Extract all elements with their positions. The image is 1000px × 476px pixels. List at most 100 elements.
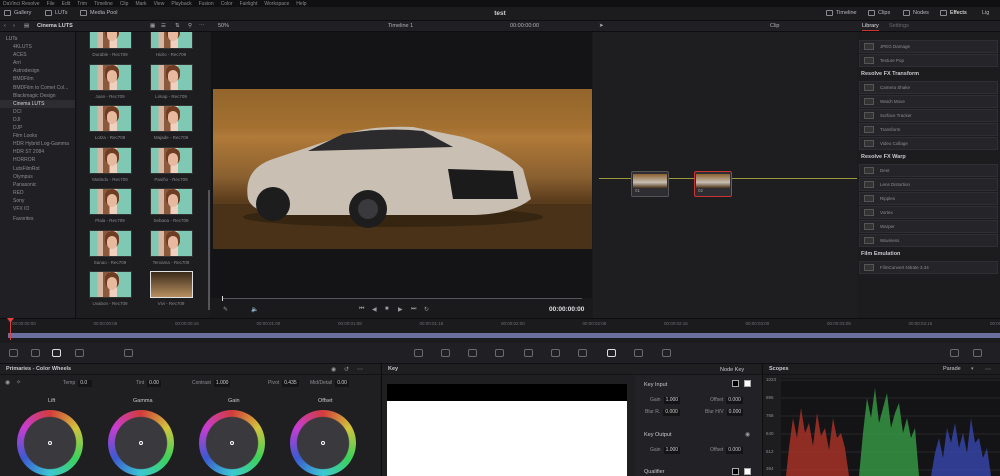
lut-thumbnail[interactable]: Juan - Rec709 bbox=[87, 63, 133, 104]
menu-item-9[interactable]: Fusion bbox=[199, 1, 214, 7]
lut-folder-item[interactable]: DJP bbox=[0, 124, 75, 132]
lut-folder-item[interactable]: HDR Hybrid Log-Gamma bbox=[0, 140, 75, 148]
effect-item[interactable]: Waviness bbox=[859, 234, 998, 247]
effect-item[interactable]: Texture Pop bbox=[859, 54, 998, 67]
curves-icon[interactable] bbox=[414, 349, 423, 357]
tracker-icon[interactable] bbox=[524, 349, 533, 357]
effect-section-title[interactable]: Resolve FX Warp bbox=[857, 151, 1000, 163]
pivot-value[interactable]: 0.435 bbox=[282, 380, 299, 387]
key-offset-field[interactable]: Offset 0.000 bbox=[710, 397, 743, 404]
qualifier-icon[interactable] bbox=[468, 349, 477, 357]
menu-item-1[interactable]: File bbox=[47, 1, 55, 7]
timeline-clip-strip[interactable] bbox=[8, 333, 1000, 338]
middetail-value[interactable]: 0.00 bbox=[335, 380, 350, 387]
effect-item[interactable]: Camera Shake bbox=[859, 81, 998, 94]
clip-mode-selector[interactable]: Clip bbox=[770, 23, 779, 29]
lut-thumbnail[interactable]: Vivi - Rec709 bbox=[148, 271, 194, 311]
blur-icon[interactable] bbox=[578, 349, 587, 357]
menu-item-12[interactable]: Workspace bbox=[264, 1, 289, 7]
options-icon[interactable]: ⋯ bbox=[357, 366, 363, 373]
lut-folder-item[interactable]: HDR ST 2084 bbox=[0, 148, 75, 156]
lift-wheel[interactable] bbox=[17, 410, 83, 476]
lut-folder-item[interactable]: Arri bbox=[0, 59, 75, 67]
primaries-mode-icon[interactable]: ◉ bbox=[331, 366, 336, 373]
viewer-tool-icons[interactable] bbox=[232, 34, 248, 40]
lut-folder-item[interactable]: Astrodesign bbox=[0, 67, 75, 75]
forward-icon[interactable]: › bbox=[13, 23, 15, 29]
window-icon[interactable] bbox=[495, 349, 504, 357]
temp-field[interactable]: Temp 0.0 bbox=[63, 380, 93, 387]
menu-item-4[interactable]: Timeline bbox=[94, 1, 113, 7]
lut-folder-item[interactable]: Cinema LUTS bbox=[0, 99, 75, 108]
sidebar-toggle-icon[interactable]: ▤ bbox=[24, 23, 29, 29]
pivot-field[interactable]: Pivot 0.435 bbox=[268, 380, 299, 387]
nodes-button[interactable]: Nodes bbox=[903, 10, 929, 16]
chevron-down-icon[interactable]: ▾ bbox=[971, 366, 974, 372]
output-offset-value[interactable]: 0.000 bbox=[726, 447, 743, 454]
blur-hv-field[interactable]: Blur H/V 0.000 bbox=[705, 409, 744, 416]
lut-thumbnail[interactable]: Sanao - Rec709 bbox=[87, 229, 133, 270]
back-icon[interactable]: ‹ bbox=[4, 23, 6, 29]
effect-item[interactable]: Watch Move bbox=[859, 95, 998, 108]
effect-item[interactable]: Video Collage bbox=[859, 137, 998, 150]
thumbnail-scrollbar[interactable] bbox=[208, 190, 210, 310]
picker-icon[interactable]: ✧ bbox=[16, 379, 21, 386]
lut-folder-item[interactable]: BMDFilm bbox=[0, 75, 75, 83]
key-output-toggle-icon[interactable]: ◉ bbox=[745, 431, 750, 438]
scrub-handle[interactable] bbox=[222, 296, 223, 301]
magic-mask-icon[interactable] bbox=[551, 349, 560, 357]
lut-folder-item[interactable]: DCI bbox=[0, 108, 75, 116]
offset-wheel[interactable] bbox=[290, 410, 356, 476]
effect-item[interactable]: Ripples bbox=[859, 192, 998, 205]
sort-icon[interactable]: ⇅ bbox=[175, 23, 180, 29]
qualifier-invert-toggle[interactable] bbox=[732, 468, 739, 475]
pointer-tool-icon[interactable]: ➤ bbox=[599, 23, 604, 29]
scrub-bar[interactable] bbox=[222, 298, 582, 299]
zoom-level[interactable]: 50% bbox=[218, 23, 229, 29]
skip-back-icon[interactable]: ⏮ bbox=[359, 306, 364, 313]
effect-item[interactable]: Vortex bbox=[859, 206, 998, 219]
lut-thumbnail[interactable]: Durable - Rec709 bbox=[87, 32, 133, 62]
more-options-icon[interactable]: ⋯ bbox=[199, 23, 205, 29]
key-gain-value[interactable]: 1.000 bbox=[663, 397, 681, 404]
menu-item-6[interactable]: Mark bbox=[135, 1, 146, 7]
offset-wheel-handle[interactable] bbox=[321, 441, 325, 445]
lut-thumbnail[interactable]: Hidro - Rec709 bbox=[148, 32, 194, 62]
tint-value[interactable]: 0.00 bbox=[147, 380, 162, 387]
effect-item[interactable]: Warper bbox=[859, 220, 998, 233]
menu-item-5[interactable]: Clip bbox=[120, 1, 129, 7]
key-gain-field[interactable]: Gain 1.000 bbox=[650, 397, 681, 404]
lut-thumbnail[interactable]: Plala - Rec709 bbox=[87, 188, 133, 228]
gamma-wheel-handle[interactable] bbox=[139, 441, 143, 445]
menu-item-13[interactable]: Help bbox=[296, 1, 306, 7]
node-01[interactable]: 01 bbox=[631, 171, 669, 197]
key-offset-value[interactable]: 0.000 bbox=[726, 397, 743, 404]
hdr-icon[interactable] bbox=[75, 349, 84, 357]
timeline-selector[interactable]: Timeline 1 bbox=[388, 23, 413, 29]
loop-icon[interactable]: ↻ bbox=[424, 306, 429, 313]
lut-folder-item[interactable]: Favorites bbox=[0, 215, 75, 223]
lut-folder-item[interactable]: LutsFilmRot bbox=[0, 165, 75, 173]
tab-library[interactable]: Library bbox=[862, 23, 879, 31]
blur-r-field[interactable]: Blur R. 0.000 bbox=[645, 409, 680, 416]
output-gain-field[interactable]: Gain 1.000 bbox=[650, 447, 681, 454]
contrast-field[interactable]: Contrast 1.000 bbox=[192, 380, 231, 387]
key-icon[interactable] bbox=[607, 349, 616, 357]
blur-hv-value[interactable]: 0.000 bbox=[726, 409, 744, 416]
scope-mode-selector[interactable]: Parade bbox=[943, 366, 961, 372]
menu-item-7[interactable]: View bbox=[154, 1, 165, 7]
lut-thumbnail[interactable]: Tervama - Rec709 bbox=[148, 229, 194, 270]
menu-item-11[interactable]: Fairlight bbox=[240, 1, 258, 7]
contrast-value[interactable]: 1.000 bbox=[213, 380, 231, 387]
effect-item[interactable]: FilmConvert Nitrate 3.34 bbox=[859, 261, 998, 274]
stop-icon[interactable]: ■ bbox=[385, 306, 389, 312]
warper-icon[interactable] bbox=[441, 349, 450, 357]
brush-icon[interactable]: ✎ bbox=[223, 306, 228, 313]
menu-item-8[interactable]: Playback bbox=[171, 1, 191, 7]
lut-folder-item[interactable]: RED bbox=[0, 189, 75, 197]
menu-item-0[interactable]: DaVinci Resolve bbox=[3, 1, 40, 7]
scope-options-icon[interactable]: ⋯ bbox=[985, 366, 991, 373]
lut-folder-item[interactable]: ACES bbox=[0, 51, 75, 59]
skip-forward-icon[interactable]: ⏭ bbox=[411, 306, 416, 313]
menu-item-2[interactable]: Edit bbox=[62, 1, 71, 7]
